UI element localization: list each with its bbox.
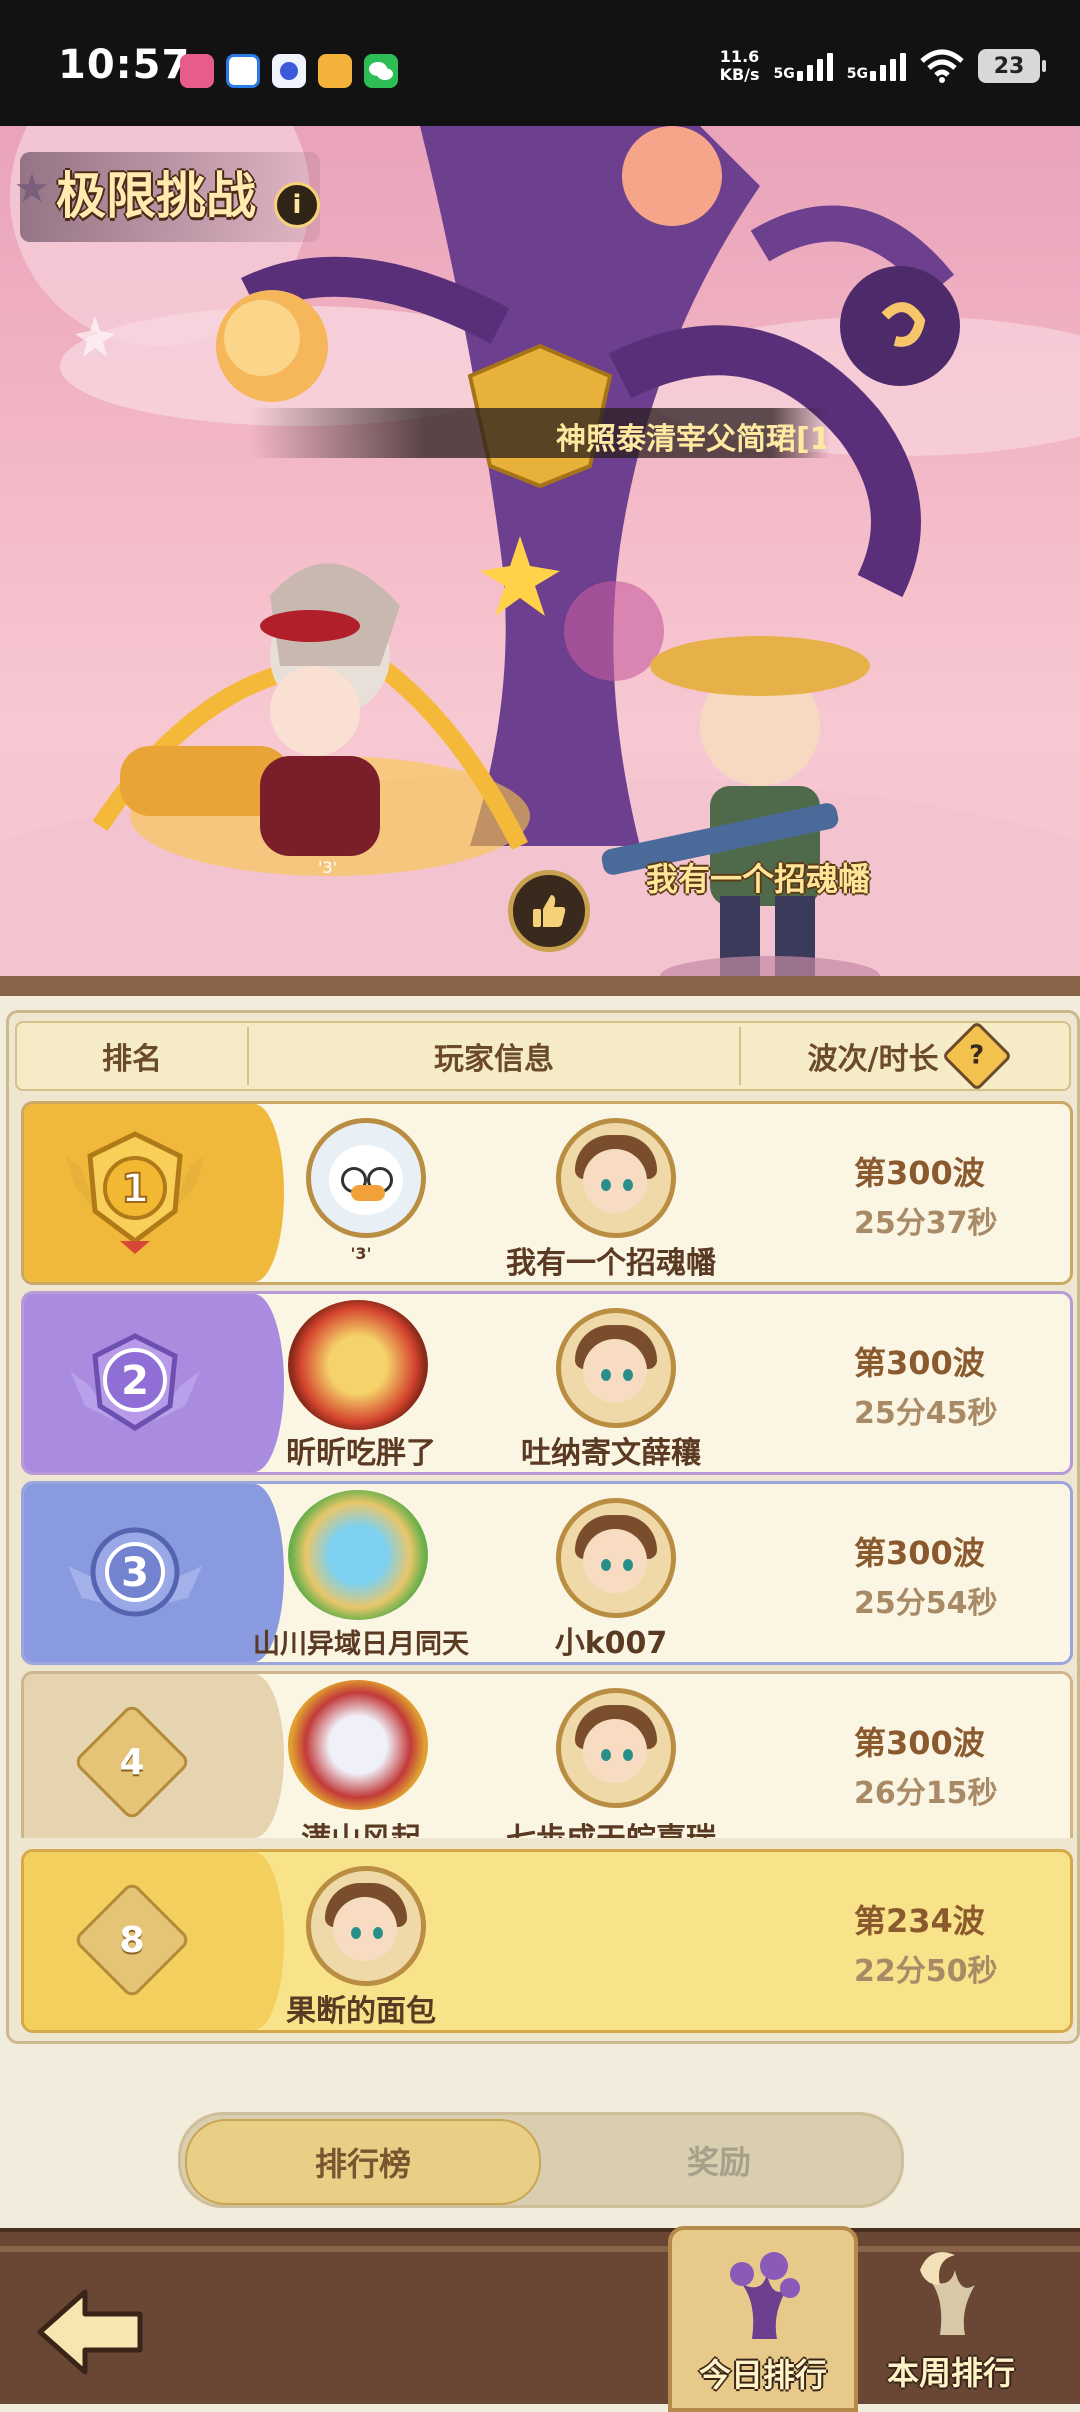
status-bar: 10:57 11.6 KB/s 5G 5G 23 bbox=[0, 0, 1080, 126]
help-icon-glyph: ? bbox=[969, 1041, 986, 1071]
team-avatar[interactable] bbox=[288, 1300, 428, 1430]
notification-app-icons bbox=[180, 54, 398, 88]
wave-count: 第300波 bbox=[854, 1344, 985, 1382]
my-avatar[interactable] bbox=[306, 1866, 426, 1986]
team-avatar[interactable] bbox=[288, 1680, 428, 1810]
lofter-icon bbox=[180, 54, 214, 88]
player-name: 满山风起 bbox=[231, 1814, 491, 1838]
net-speed: 11.6 KB/s bbox=[720, 48, 760, 84]
header-rank: 排名 bbox=[102, 1042, 162, 1077]
player-name: 小k007 bbox=[554, 1626, 668, 1661]
back-arrow-icon[interactable] bbox=[30, 2282, 150, 2382]
lens-icon bbox=[272, 54, 306, 88]
signal-bars-icon bbox=[796, 51, 833, 81]
tree-moon-icon bbox=[920, 2252, 975, 2335]
gold-rank-badge-icon: 1 bbox=[65, 1131, 205, 1254]
duration: 25分54秒 bbox=[854, 1586, 998, 1621]
nav-week-ranking[interactable]: 本周排行 bbox=[860, 2232, 1042, 2404]
table-row[interactable]: 1 '3' 我有一个招魂幡 第300波 25分37秒 bbox=[21, 1101, 1073, 1285]
tab-reward[interactable]: 奖励 bbox=[541, 2119, 897, 2201]
my-player-name: 果断的面包 bbox=[286, 1994, 436, 2029]
duration: 25分45秒 bbox=[854, 1396, 998, 1431]
rank-number: 8 bbox=[119, 1919, 145, 1961]
featured-tag: '3' bbox=[318, 858, 337, 877]
status-time: 10:57 bbox=[58, 42, 191, 88]
team-avatar[interactable] bbox=[288, 1490, 428, 1620]
duration: 25分37秒 bbox=[854, 1206, 998, 1241]
like-button[interactable] bbox=[508, 870, 590, 952]
featured-character-name: 我有一个招魂幡 bbox=[646, 860, 871, 898]
wave-count: 第300波 bbox=[854, 1154, 985, 1192]
avatar[interactable] bbox=[556, 1118, 676, 1238]
table-row[interactable]: 3 山川异域日月同天 小k007 第300波 25分54秒 bbox=[21, 1481, 1073, 1665]
player-name: '3' bbox=[350, 1244, 372, 1263]
player-name: 七步成天皖嘉瑞 bbox=[481, 1814, 741, 1838]
top-player-name: 神照泰清宰父简珺[1 bbox=[556, 422, 826, 457]
header-wave-time: 波次/时长 ? bbox=[741, 1020, 1069, 1092]
player-name: 山川异域日月同天 bbox=[253, 1629, 469, 1660]
star-icon: ★ bbox=[14, 166, 50, 212]
net-speed-value: 11.6 bbox=[719, 47, 760, 66]
avatar[interactable] bbox=[556, 1498, 676, 1618]
signal-1: 5G bbox=[774, 51, 833, 81]
nav-today-label: 今日排行 bbox=[698, 2356, 827, 2394]
rank-number: 1 bbox=[121, 1166, 149, 1212]
wechat-icon bbox=[364, 54, 398, 88]
avatar[interactable] bbox=[556, 1688, 676, 1808]
bronze-rank-badge-icon: 3 bbox=[68, 1527, 202, 1617]
qq-browser-icon bbox=[226, 54, 260, 88]
leaderboard-tabs: 排行榜 奖励 bbox=[178, 2112, 904, 2208]
avatar[interactable] bbox=[556, 1308, 676, 1428]
nav-week-label: 本周排行 bbox=[886, 2354, 1015, 2392]
table-row[interactable]: 2 昕昕吃胖了 吐纳寄文薛穰 第300波 25分45秒 bbox=[21, 1291, 1073, 1475]
bottom-nav-bar: 今日排行 本周排行 bbox=[0, 2226, 1080, 2412]
my-rank-row[interactable]: 8 果断的面包 第234波 22分50秒 bbox=[21, 1849, 1073, 2033]
leaderboard-panel: 排名 玩家信息 波次/时长 ? 1 '3' 我有一个招魂幡 第300波 25分3… bbox=[6, 1010, 1080, 2044]
avatar[interactable] bbox=[306, 1118, 426, 1238]
tree-purple-icon bbox=[730, 2252, 800, 2339]
header-wave-time-label: 波次/时长 bbox=[807, 1042, 939, 1077]
nav-today-ranking[interactable]: 今日排行 bbox=[668, 2226, 858, 2412]
mall-icon bbox=[318, 54, 352, 88]
wave-count: 第300波 bbox=[854, 1724, 985, 1762]
page-title: 极限挑战 bbox=[56, 167, 256, 225]
net-speed-unit: KB/s bbox=[719, 65, 760, 84]
player-name: 吐纳寄文薛穰 bbox=[521, 1436, 701, 1471]
wave-count: 第300波 bbox=[854, 1534, 985, 1572]
thumbs-up-icon bbox=[533, 895, 566, 927]
banner-divider bbox=[0, 976, 1080, 996]
signal-1-label: 5G bbox=[773, 66, 795, 82]
wifi-icon bbox=[920, 49, 964, 83]
rank-number: 3 bbox=[121, 1550, 149, 1596]
help-icon[interactable]: ? bbox=[942, 1020, 1013, 1092]
duration: 22分50秒 bbox=[854, 1954, 998, 1989]
status-indicators: 11.6 KB/s 5G 5G 23 bbox=[720, 48, 1046, 84]
tab-leaderboard[interactable]: 排行榜 bbox=[185, 2119, 541, 2205]
silver-rank-badge-icon: 2 bbox=[70, 1333, 200, 1431]
battery-icon: 23 bbox=[978, 49, 1046, 83]
rank-number: 4 bbox=[119, 1741, 145, 1783]
table-row[interactable]: 4 满山风起 七步成天皖嘉瑞 第300波 26分15秒 bbox=[21, 1671, 1073, 1838]
rank-number: 2 bbox=[121, 1358, 149, 1404]
duration: 26分15秒 bbox=[854, 1776, 998, 1811]
signal-2-label: 5G bbox=[846, 66, 868, 82]
table-header: 排名 玩家信息 波次/时长 ? bbox=[15, 1020, 1071, 1092]
wave-count: 第234波 bbox=[854, 1902, 985, 1940]
header-player-info: 玩家信息 bbox=[434, 1042, 554, 1077]
player-name: 我有一个招魂幡 bbox=[506, 1246, 716, 1281]
signal-bars-icon bbox=[870, 51, 906, 81]
player-name: 昕昕吃胖了 bbox=[286, 1436, 436, 1471]
signal-2: 5G bbox=[847, 51, 906, 81]
hero-banner: ★ 极限挑战 i 神照泰清宰父简珺[1 '3' 我有一个招魂幡 bbox=[0, 126, 1080, 980]
info-icon[interactable]: i bbox=[274, 182, 320, 228]
banner-scene-art bbox=[0, 126, 1080, 980]
